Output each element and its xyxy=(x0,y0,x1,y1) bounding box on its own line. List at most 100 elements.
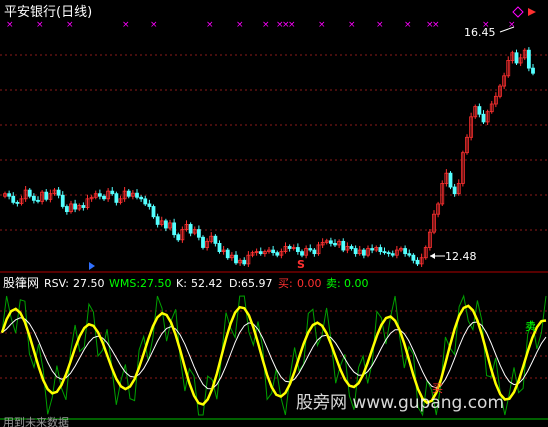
diamond-icon xyxy=(512,6,524,18)
candle-body xyxy=(64,206,69,213)
candle-body xyxy=(36,199,40,202)
signal-x-marker: × xyxy=(376,20,384,30)
signal-x-marker: × xyxy=(122,20,130,30)
candle-body xyxy=(60,194,65,207)
candle-body xyxy=(382,251,387,254)
candle-body xyxy=(31,195,36,201)
signal-x-marker: × xyxy=(150,20,158,30)
candle-body xyxy=(234,254,238,264)
candle-body xyxy=(213,235,218,244)
candle-body xyxy=(135,192,139,198)
candle-body xyxy=(361,249,366,256)
signal-x-marker: × xyxy=(318,20,326,30)
sell-value: 0.00 xyxy=(344,277,369,290)
candlestick-series xyxy=(3,47,535,267)
candle-body xyxy=(44,191,49,200)
candle-body xyxy=(300,251,304,256)
k-label: K: xyxy=(176,277,187,290)
buy-label: 买: xyxy=(278,277,293,290)
buy-value: 0.00 xyxy=(297,277,322,290)
footer-text: 用到未来数据 xyxy=(3,415,69,427)
candle-body xyxy=(147,203,152,207)
candle-body xyxy=(126,190,131,197)
signal-x-marker: × xyxy=(432,20,440,30)
candle-body xyxy=(102,195,106,200)
candle-body xyxy=(188,224,193,234)
candle-body xyxy=(526,49,531,69)
rsv-value: 27.50 xyxy=(73,277,105,290)
candle-body xyxy=(172,222,177,236)
wms-label: WMS: xyxy=(109,277,140,290)
candle-body xyxy=(341,240,346,251)
chart-window: 平安银行(日线) × × × × × × × × × × × × × × × × × × × 16.45 12.48… xyxy=(0,0,548,427)
signal-x-marker: × xyxy=(36,20,44,30)
candle-body xyxy=(242,259,247,265)
candle-body xyxy=(349,246,354,249)
candle-body xyxy=(139,196,144,200)
candle-body xyxy=(370,248,375,251)
candle-body xyxy=(452,186,457,195)
candle-body xyxy=(403,248,408,255)
k-line xyxy=(0,304,547,406)
candle-body xyxy=(477,106,482,115)
candle-body xyxy=(407,253,412,256)
candle-body xyxy=(196,229,201,238)
high-label: 16.45 xyxy=(464,26,496,39)
signal-x-marker: × xyxy=(288,20,296,30)
top-markers: × × × × × × × × ××× × × × × ×× × × xyxy=(6,20,516,30)
arrow-right-icon xyxy=(528,8,536,16)
rsv-label: RSV: xyxy=(44,277,69,290)
candle-body xyxy=(271,249,276,254)
candle-body xyxy=(225,249,230,259)
candle-body xyxy=(11,195,16,203)
candle-body xyxy=(514,52,519,64)
candle-body xyxy=(333,242,337,246)
candle-body xyxy=(390,253,395,256)
candle-body xyxy=(328,240,333,244)
candle-body xyxy=(176,234,181,241)
sell-label: 卖: xyxy=(326,277,341,290)
candle-body xyxy=(275,252,280,256)
d-value: 65.97 xyxy=(241,277,273,290)
indicator-values: RSV: 27.50 WMS: 27.50 K: 52.42 D: 65.97 … xyxy=(44,277,369,290)
candle-body xyxy=(353,248,358,255)
candle-body xyxy=(415,259,420,265)
indicator-grid xyxy=(0,310,548,379)
candle-body xyxy=(56,189,61,196)
candle-body xyxy=(201,236,205,248)
watermark: 股旁网 www.gupang.com xyxy=(296,393,504,413)
candle-body xyxy=(73,203,78,210)
candle-body xyxy=(155,216,160,225)
candle-body xyxy=(151,206,156,218)
candle-body xyxy=(481,113,486,123)
candle-body xyxy=(531,67,535,74)
indicator-name: 股箻网 xyxy=(3,275,39,290)
indicator-legend: 股箻网 RSV: 27.50 WMS: 27.50 K: 52.42 D: 65… xyxy=(3,275,369,290)
candle-body xyxy=(114,193,119,203)
chart-title: 平安银行(日线) xyxy=(4,5,92,20)
signal-x-marker: × xyxy=(206,20,214,30)
signal-x-marker: × xyxy=(6,20,14,30)
signal-x-marker: × xyxy=(262,20,270,30)
candle-body xyxy=(411,254,416,261)
sell-tag: 卖 xyxy=(525,320,536,333)
candle-body xyxy=(110,190,115,195)
wms-value: 27.50 xyxy=(140,277,172,290)
signal-x-marker: × xyxy=(66,20,74,30)
signal-x-marker: × xyxy=(348,20,356,30)
candle-body xyxy=(143,198,148,205)
candle-body xyxy=(378,247,383,252)
scroll-marker-icon xyxy=(89,262,95,270)
d-label: D: xyxy=(229,277,241,290)
candle-body xyxy=(295,247,300,252)
candle-body xyxy=(287,246,292,249)
candle-body xyxy=(386,252,391,255)
candle-body xyxy=(217,242,222,252)
k-value: 52.42 xyxy=(191,277,223,290)
kline-chart: 平安银行(日线) × × × × × × × × ××× × × × × ×× × × 16.45 12.48… xyxy=(0,5,548,427)
candle-body xyxy=(308,248,313,251)
candle-body xyxy=(448,172,453,188)
candle-body xyxy=(163,220,168,229)
arrow-left-icon xyxy=(430,253,435,259)
candle-body xyxy=(15,201,20,204)
